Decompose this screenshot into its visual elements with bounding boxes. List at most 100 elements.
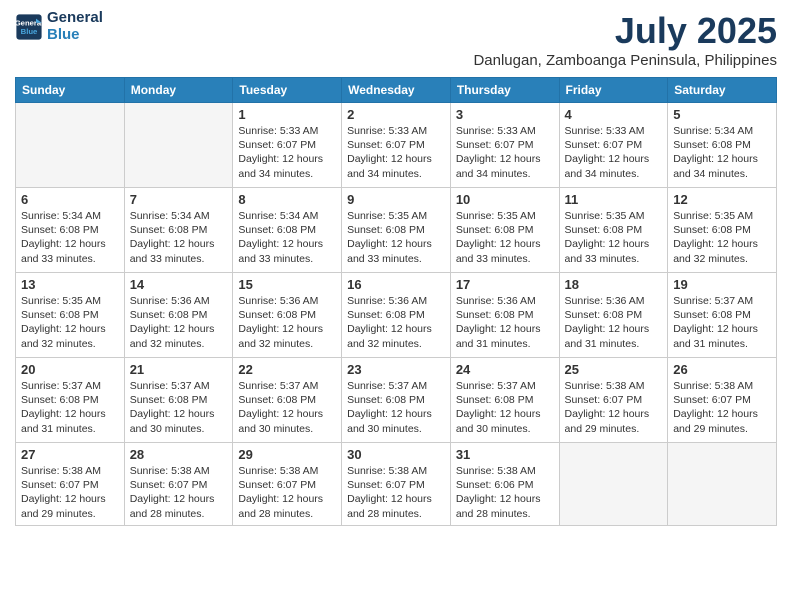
cell-content: Sunrise: 5:35 AMSunset: 6:08 PMDaylight:…: [565, 209, 663, 266]
cell-content: Sunrise: 5:34 AMSunset: 6:08 PMDaylight:…: [673, 124, 771, 181]
day-number: 30: [347, 447, 445, 462]
calendar-cell: 9 Sunrise: 5:35 AMSunset: 6:08 PMDaylight…: [342, 188, 451, 273]
logo: General Blue General Blue: [15, 10, 103, 43]
cell-content: Sunrise: 5:38 AMSunset: 6:07 PMDaylight:…: [347, 464, 445, 521]
month-year-title: July 2025: [473, 10, 777, 52]
cell-content: Sunrise: 5:36 AMSunset: 6:08 PMDaylight:…: [456, 294, 554, 351]
day-number: 6: [21, 192, 119, 207]
calendar-cell: 3 Sunrise: 5:33 AMSunset: 6:07 PMDaylight…: [450, 103, 559, 188]
week-row-5: 27 Sunrise: 5:38 AMSunset: 6:07 PMDayligh…: [16, 443, 777, 526]
cell-content: Sunrise: 5:36 AMSunset: 6:08 PMDaylight:…: [130, 294, 228, 351]
day-number: 24: [456, 362, 554, 377]
calendar-cell: 28 Sunrise: 5:38 AMSunset: 6:07 PMDayligh…: [124, 443, 233, 526]
logo-text-blue: Blue: [47, 27, 103, 44]
day-number: 2: [347, 107, 445, 122]
calendar-cell: 17 Sunrise: 5:36 AMSunset: 6:08 PMDayligh…: [450, 273, 559, 358]
cell-content: Sunrise: 5:37 AMSunset: 6:08 PMDaylight:…: [456, 379, 554, 436]
day-number: 18: [565, 277, 663, 292]
calendar-cell: 14 Sunrise: 5:36 AMSunset: 6:08 PMDayligh…: [124, 273, 233, 358]
day-number: 1: [238, 107, 336, 122]
day-number: 19: [673, 277, 771, 292]
cell-content: Sunrise: 5:38 AMSunset: 6:07 PMDaylight:…: [673, 379, 771, 436]
day-number: 9: [347, 192, 445, 207]
calendar-cell: 26 Sunrise: 5:38 AMSunset: 6:07 PMDayligh…: [668, 358, 777, 443]
calendar-cell: 8 Sunrise: 5:34 AMSunset: 6:08 PMDaylight…: [233, 188, 342, 273]
cell-content: Sunrise: 5:33 AMSunset: 6:07 PMDaylight:…: [456, 124, 554, 181]
calendar-cell: 1 Sunrise: 5:33 AMSunset: 6:07 PMDaylight…: [233, 103, 342, 188]
calendar-cell: 6Sunrise: 5:34 AMSunset: 6:08 PMDaylight…: [16, 188, 125, 273]
cell-content: Sunrise: 5:36 AMSunset: 6:08 PMDaylight:…: [238, 294, 336, 351]
week-row-2: 6 Sunrise: 5:34 AMSunset: 6:08 PMDaylight…: [16, 188, 777, 273]
calendar-cell: 21 Sunrise: 5:37 AMSunset: 6:08 PMDayligh…: [124, 358, 233, 443]
day-header-wednesday: Wednesday: [342, 78, 451, 103]
day-number: 10: [456, 192, 554, 207]
calendar-cell: 31Sunrise: 5:38 AMSunset: 6:06 PMDayligh…: [450, 443, 559, 526]
day-number: 5: [673, 107, 771, 122]
day-number: 16: [347, 277, 445, 292]
cell-content: Sunrise: 5:37 AMSunset: 6:08 PMDaylight:…: [673, 294, 771, 351]
day-number: 25: [565, 362, 663, 377]
day-number: 15: [238, 277, 336, 292]
cell-content: Sunrise: 5:37 AMSunset: 6:08 PMDaylight:…: [347, 379, 445, 436]
day-number: 31: [456, 447, 554, 462]
week-row-1: 1 Sunrise: 5:33 AMSunset: 6:07 PMDaylight…: [16, 103, 777, 188]
calendar-cell: 2 Sunrise: 5:33 AMSunset: 6:07 PMDaylight…: [342, 103, 451, 188]
week-row-4: 20 Sunrise: 5:37 AMSunset: 6:08 PMDayligh…: [16, 358, 777, 443]
cell-content: Sunrise: 5:37 AMSunset: 6:08 PMDaylight:…: [238, 379, 336, 436]
calendar-cell: 25 Sunrise: 5:38 AMSunset: 6:07 PMDayligh…: [559, 358, 668, 443]
cell-content: Sunrise: 5:33 AMSunset: 6:07 PMDaylight:…: [238, 124, 336, 181]
day-number: 17: [456, 277, 554, 292]
day-number: 14: [130, 277, 228, 292]
cell-content: Sunrise: 5:35 AMSunset: 6:08 PMDaylight:…: [347, 209, 445, 266]
title-block: July 2025 Danlugan, Zamboanga Peninsula,…: [473, 10, 777, 69]
calendar-cell: 13Sunrise: 5:35 AMSunset: 6:08 PMDayligh…: [16, 273, 125, 358]
cell-content: Sunrise: 5:38 AMSunset: 6:07 PMDaylight:…: [130, 464, 228, 521]
cell-content: Sunrise: 5:33 AMSunset: 6:07 PMDaylight:…: [347, 124, 445, 181]
calendar-cell: 5 Sunrise: 5:34 AMSunset: 6:08 PMDaylight…: [668, 103, 777, 188]
day-number: 3: [456, 107, 554, 122]
day-header-monday: Monday: [124, 78, 233, 103]
svg-text:General: General: [15, 18, 43, 27]
cell-content: Sunrise: 5:33 AMSunset: 6:07 PMDaylight:…: [565, 124, 663, 181]
day-header-sunday: Sunday: [16, 78, 125, 103]
calendar-table: SundayMondayTuesdayWednesdayThursdayFrid…: [15, 77, 777, 526]
calendar-cell: [124, 103, 233, 188]
day-number: 4: [565, 107, 663, 122]
day-number: 28: [130, 447, 228, 462]
calendar-cell: 16 Sunrise: 5:36 AMSunset: 6:08 PMDayligh…: [342, 273, 451, 358]
logo-text-general: General: [47, 10, 103, 27]
calendar-cell: 15 Sunrise: 5:36 AMSunset: 6:08 PMDayligh…: [233, 273, 342, 358]
calendar-cell: 11 Sunrise: 5:35 AMSunset: 6:08 PMDayligh…: [559, 188, 668, 273]
page-header: General Blue General Blue July 2025 Danl…: [15, 10, 777, 69]
cell-content: Sunrise: 5:38 AMSunset: 6:07 PMDaylight:…: [21, 464, 119, 521]
calendar-cell: 12Sunrise: 5:35 AMSunset: 6:08 PMDayligh…: [668, 188, 777, 273]
cell-content: Sunrise: 5:36 AMSunset: 6:08 PMDaylight:…: [347, 294, 445, 351]
calendar-cell: 29Sunrise: 5:38 AMSunset: 6:07 PMDayligh…: [233, 443, 342, 526]
day-number: 20: [21, 362, 119, 377]
svg-text:Blue: Blue: [21, 27, 38, 36]
calendar-cell: 24 Sunrise: 5:37 AMSunset: 6:08 PMDayligh…: [450, 358, 559, 443]
day-number: 26: [673, 362, 771, 377]
calendar-cell: 23Sunrise: 5:37 AMSunset: 6:08 PMDayligh…: [342, 358, 451, 443]
calendar-cell: [16, 103, 125, 188]
day-header-friday: Friday: [559, 78, 668, 103]
day-number: 7: [130, 192, 228, 207]
cell-content: Sunrise: 5:37 AMSunset: 6:08 PMDaylight:…: [130, 379, 228, 436]
week-row-3: 13Sunrise: 5:35 AMSunset: 6:08 PMDayligh…: [16, 273, 777, 358]
calendar-cell: [668, 443, 777, 526]
cell-content: Sunrise: 5:34 AMSunset: 6:08 PMDaylight:…: [130, 209, 228, 266]
cell-content: Sunrise: 5:35 AMSunset: 6:08 PMDaylight:…: [21, 294, 119, 351]
cell-content: Sunrise: 5:38 AMSunset: 6:07 PMDaylight:…: [565, 379, 663, 436]
location-subtitle: Danlugan, Zamboanga Peninsula, Philippin…: [473, 52, 777, 69]
day-number: 11: [565, 192, 663, 207]
calendar-cell: 4 Sunrise: 5:33 AMSunset: 6:07 PMDaylight…: [559, 103, 668, 188]
calendar-cell: 19 Sunrise: 5:37 AMSunset: 6:08 PMDayligh…: [668, 273, 777, 358]
cell-content: Sunrise: 5:34 AMSunset: 6:08 PMDaylight:…: [238, 209, 336, 266]
day-number: 21: [130, 362, 228, 377]
cell-content: Sunrise: 5:37 AMSunset: 6:08 PMDaylight:…: [21, 379, 119, 436]
calendar-cell: 27 Sunrise: 5:38 AMSunset: 6:07 PMDayligh…: [16, 443, 125, 526]
cell-content: Sunrise: 5:38 AMSunset: 6:07 PMDaylight:…: [238, 464, 336, 521]
day-number: 27: [21, 447, 119, 462]
day-number: 8: [238, 192, 336, 207]
calendar-cell: [559, 443, 668, 526]
